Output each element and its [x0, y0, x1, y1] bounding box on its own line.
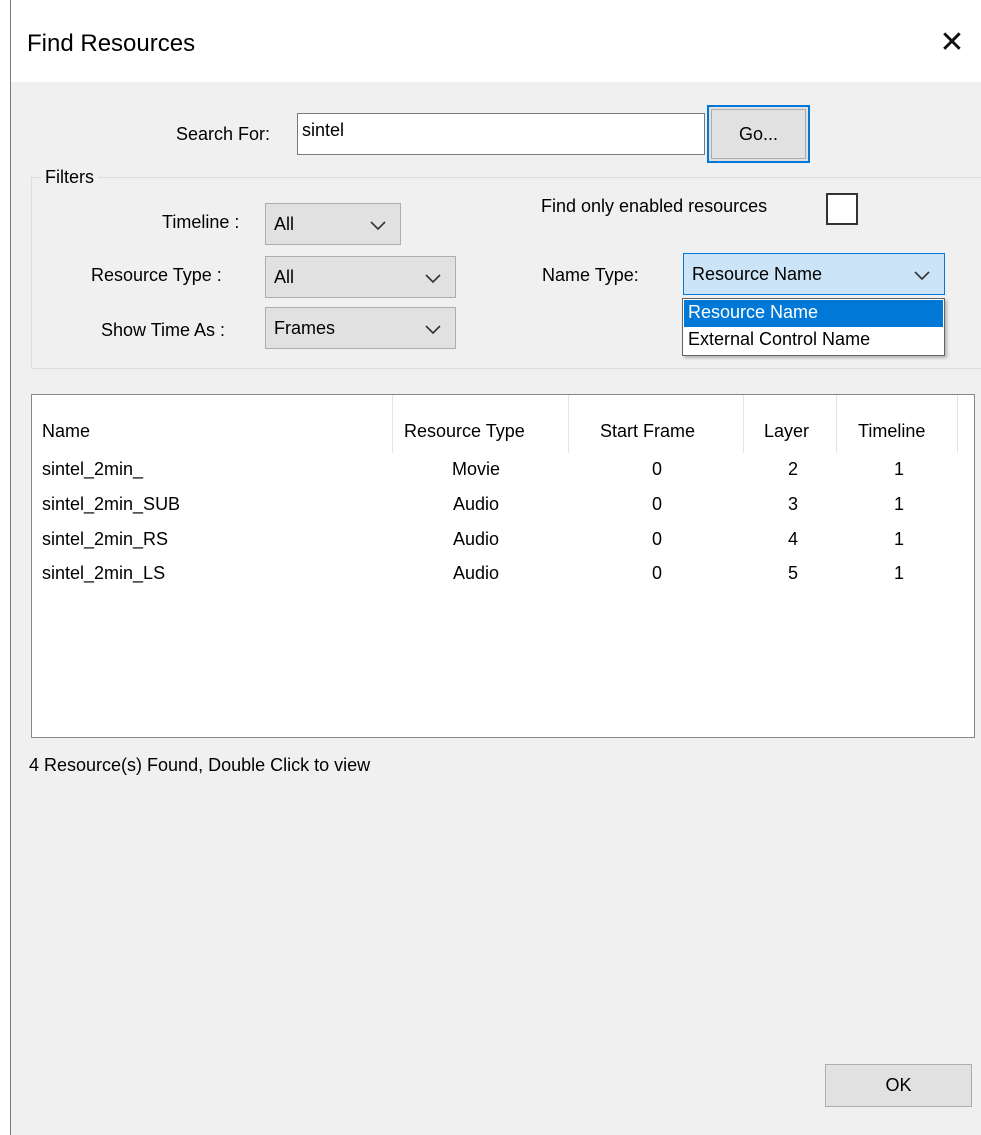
- status-text: 4 Resource(s) Found, Double Click to vie…: [29, 755, 371, 775]
- chevron-down-icon: [370, 221, 386, 231]
- column-header-layer[interactable]: Layer: [764, 395, 824, 455]
- table-row-start: 0: [652, 563, 663, 583]
- show-time-combo-value: Frames: [274, 318, 336, 338]
- table-row-type: Audio: [453, 529, 500, 549]
- table-row-layer: 3: [788, 494, 799, 514]
- table-row-timeline: 1: [894, 563, 905, 583]
- close-icon[interactable]: ✕: [935, 26, 969, 60]
- table-row-layer: 5: [788, 563, 799, 583]
- chevron-down-icon: [425, 274, 441, 284]
- table-row-type: Audio: [453, 494, 500, 514]
- name-type-combo-value: Resource Name: [692, 264, 823, 284]
- find-resources-dialog: Find Resources ✕ Search For: sintel Go..…: [10, 0, 981, 1135]
- table-row-layer: 4: [788, 529, 799, 549]
- enabled-only-checkbox[interactable]: [826, 193, 858, 225]
- name-type-label: Name Type:: [542, 265, 639, 285]
- table-row-start: 0: [652, 494, 663, 514]
- column-header-start-frame[interactable]: Start Frame: [600, 395, 740, 455]
- name-type-option-resource-name[interactable]: Resource Name: [684, 300, 943, 327]
- table-row-start: 0: [652, 459, 663, 479]
- filters-group-label: Filters: [41, 167, 98, 188]
- resource-type-combo[interactable]: All: [265, 256, 456, 298]
- column-header-name[interactable]: Name: [42, 395, 392, 455]
- table-row-timeline: 1: [894, 459, 905, 479]
- table-row-start: 0: [652, 529, 663, 549]
- table-row-name[interactable]: sintel_2min_SUB: [42, 494, 180, 515]
- search-label: Search For:: [176, 124, 271, 144]
- table-row-type: Movie: [452, 459, 501, 479]
- go-button[interactable]: Go...: [707, 105, 810, 163]
- timeline-combo[interactable]: All: [265, 203, 401, 245]
- table-row-name[interactable]: sintel_2min_RS: [42, 529, 168, 550]
- table-row-type: Audio: [453, 563, 500, 583]
- search-input[interactable]: sintel: [297, 113, 705, 155]
- dialog-title: Find Resources: [27, 30, 196, 57]
- table-row-timeline: 1: [894, 494, 905, 514]
- results-list[interactable]: Name Resource Type Start Frame Layer Tim…: [31, 394, 975, 738]
- chevron-down-icon: [914, 271, 930, 281]
- name-type-dropdown: Resource Name External Control Name: [682, 298, 945, 356]
- column-header-timeline[interactable]: Timeline: [858, 395, 958, 455]
- chevron-down-icon: [425, 325, 441, 335]
- name-type-option-external-control-name[interactable]: External Control Name: [684, 327, 943, 354]
- timeline-combo-value: All: [274, 214, 295, 234]
- ok-button[interactable]: OK: [825, 1064, 972, 1107]
- show-time-combo[interactable]: Frames: [265, 307, 456, 349]
- name-type-combo[interactable]: Resource Name: [683, 253, 945, 295]
- resource-type-combo-value: All: [274, 267, 295, 287]
- table-row-layer: 2: [788, 459, 799, 479]
- column-header-resource-type[interactable]: Resource Type: [404, 395, 564, 455]
- table-row-name[interactable]: sintel_2min_LS: [42, 563, 165, 584]
- timeline-label: Timeline :: [162, 212, 240, 232]
- title-bar: Find Resources ✕: [11, 0, 981, 82]
- resource-type-label: Resource Type :: [91, 265, 222, 285]
- enabled-only-label: Find only enabled resources: [541, 196, 768, 216]
- table-row-name[interactable]: sintel_2min_: [42, 459, 143, 480]
- show-time-label: Show Time As :: [101, 320, 226, 340]
- table-row-timeline: 1: [894, 529, 905, 549]
- go-button-label: Go...: [738, 123, 778, 144]
